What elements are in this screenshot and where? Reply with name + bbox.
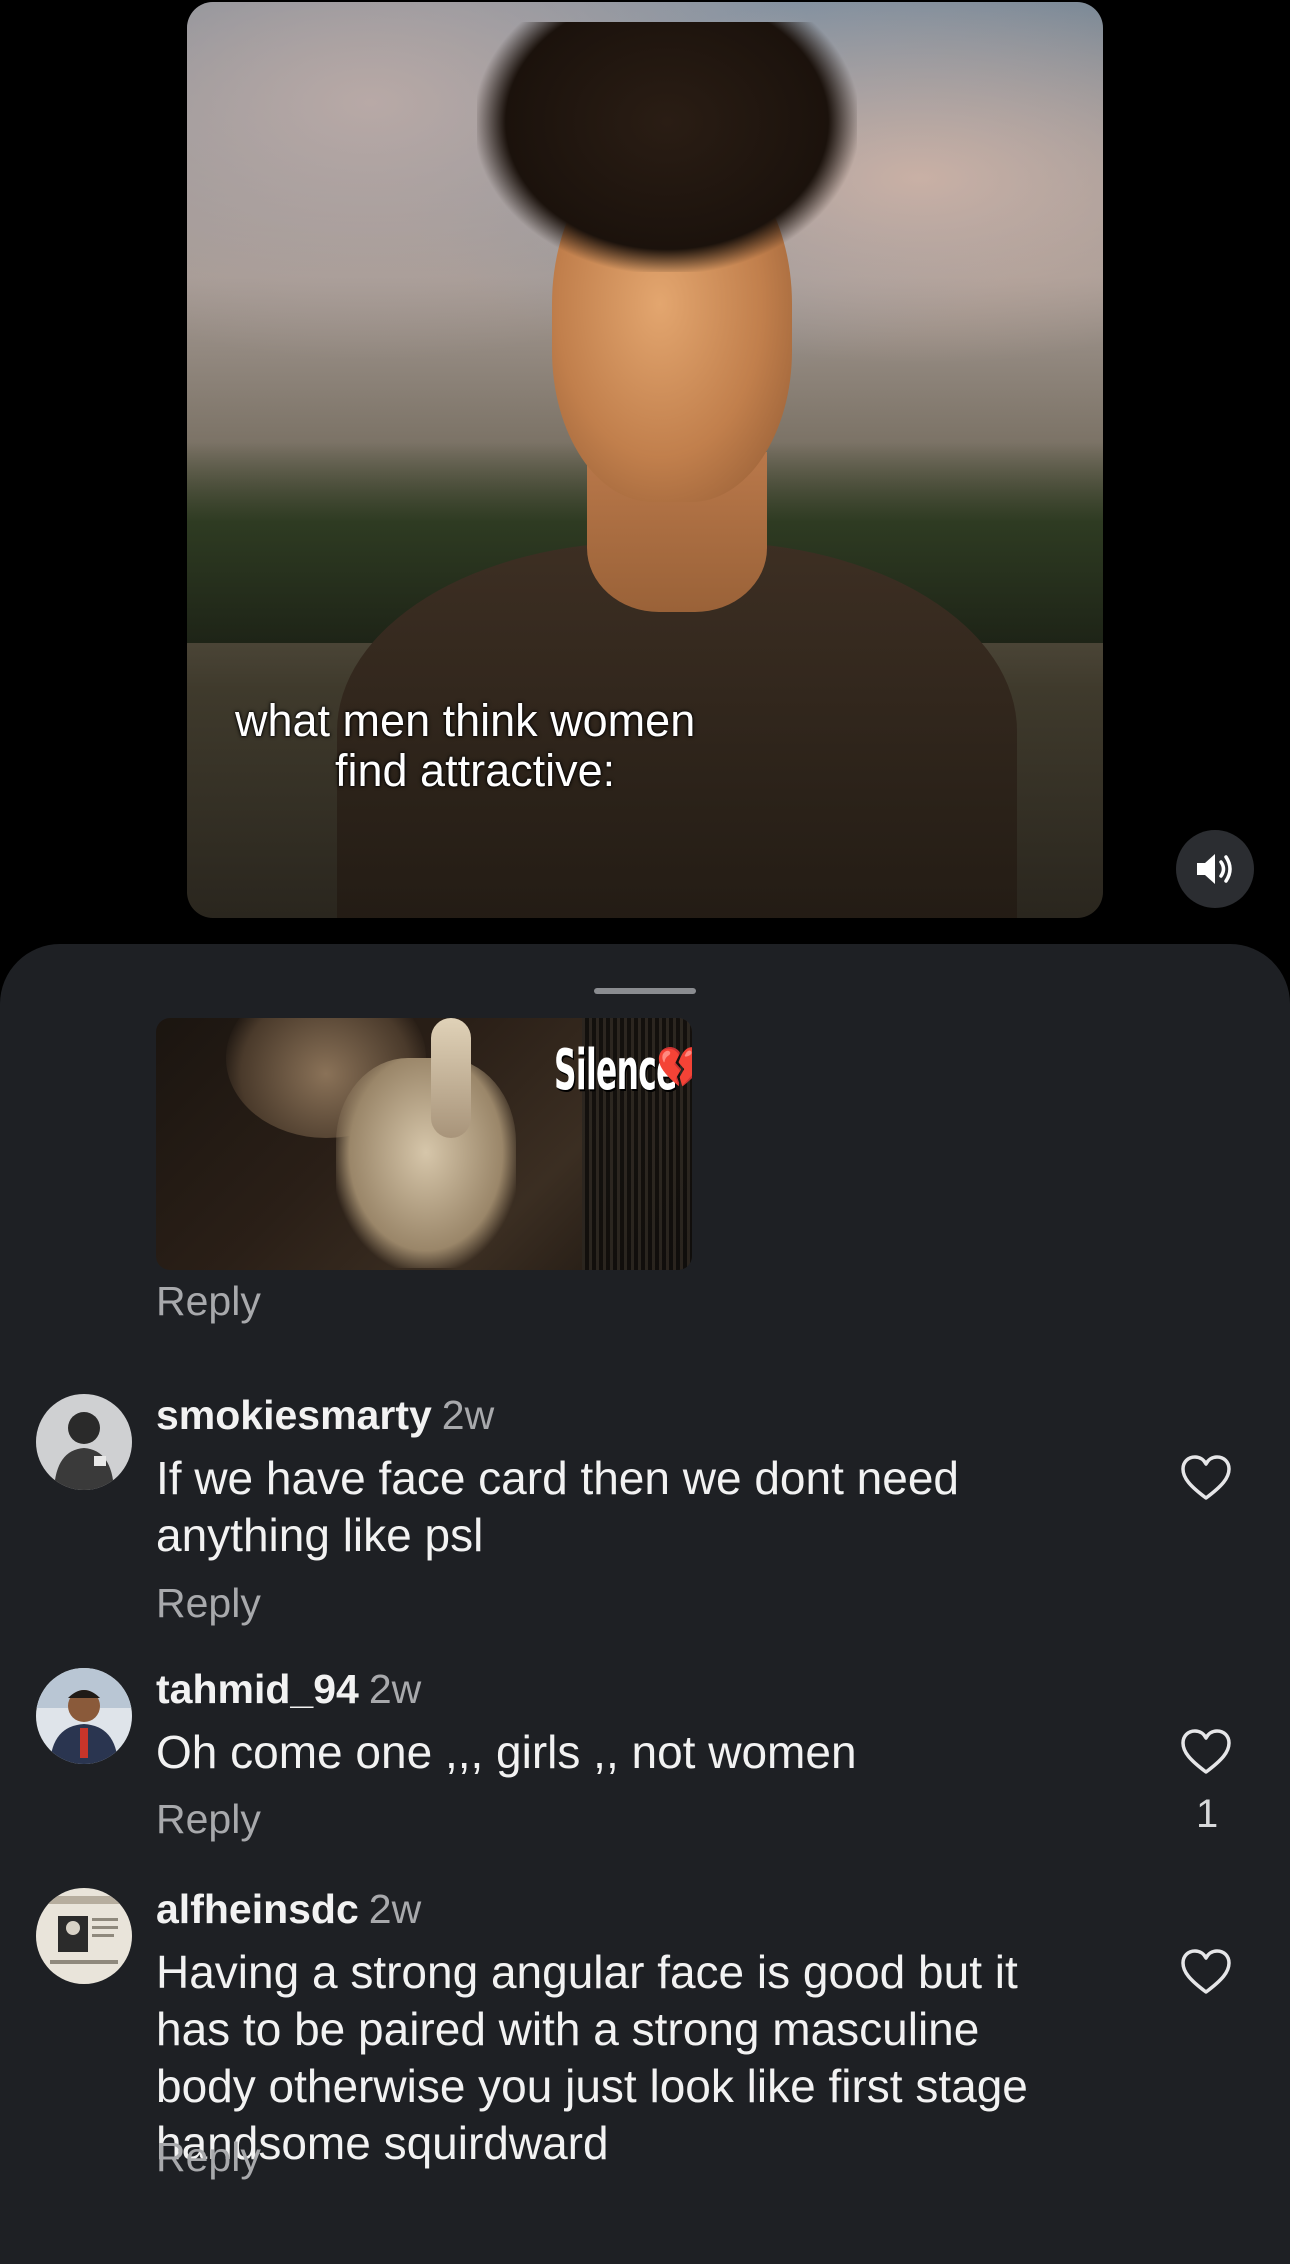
comment-text: Oh come one ,,, girls ,, not women — [156, 1726, 857, 1778]
person-hair — [477, 22, 857, 272]
avatar-image — [36, 1888, 132, 1984]
avatar-image — [36, 1394, 132, 1490]
avatar[interactable] — [36, 1888, 132, 1984]
reply-button[interactable]: Reply — [156, 1278, 261, 1325]
gif-hand — [336, 1058, 516, 1268]
comments-sheet: Silence 💔 Reply smokiesmarty 2w If we hav… — [0, 944, 1290, 2264]
caption-line-1: what men think women — [235, 695, 696, 746]
gif-finger — [431, 1018, 471, 1138]
comment-username[interactable]: smokiesmarty 2w — [156, 1392, 494, 1439]
heart-icon[interactable] — [1180, 1454, 1232, 1502]
username-text: tahmid_94 — [156, 1666, 359, 1712]
comment-text: If we have face card then we dont need a… — [156, 1452, 959, 1561]
reel-video[interactable]: what men think women find attractive: — [187, 2, 1103, 918]
comment-text: Having a strong angular face is good but… — [156, 1946, 1028, 2169]
gif-attachment[interactable]: Silence 💔 — [156, 1018, 692, 1270]
reply-button[interactable]: Reply — [156, 1580, 261, 1627]
comment-username[interactable]: tahmid_94 2w — [156, 1666, 421, 1713]
broken-heart-icon: 💔 — [656, 1046, 692, 1090]
avatar[interactable] — [36, 1668, 132, 1764]
mute-button[interactable] — [1176, 830, 1254, 908]
bottom-overlay — [0, 2222, 1290, 2253]
avatar-image — [36, 1668, 132, 1764]
username-text: smokiesmarty — [156, 1392, 432, 1438]
username-text: alfheinsdc — [156, 1886, 359, 1932]
comment-time: 2w — [441, 1392, 495, 1438]
caption-line-2: find attractive: — [335, 745, 616, 796]
avatar[interactable] — [36, 1394, 132, 1490]
comment-time: 2w — [368, 1666, 422, 1712]
speaker-icon — [1197, 854, 1232, 884]
heart-icon[interactable] — [1180, 1948, 1232, 1996]
heart-icon[interactable] — [1180, 1728, 1232, 1776]
comment-time: 2w — [368, 1886, 422, 1932]
reply-button[interactable]: Reply — [156, 1796, 261, 1843]
sheet-drag-handle[interactable] — [594, 988, 696, 994]
reply-button[interactable]: Reply — [156, 2134, 261, 2181]
like-count: 1 — [1196, 1792, 1219, 1836]
comment-username[interactable]: alfheinsdc 2w — [156, 1886, 421, 1933]
